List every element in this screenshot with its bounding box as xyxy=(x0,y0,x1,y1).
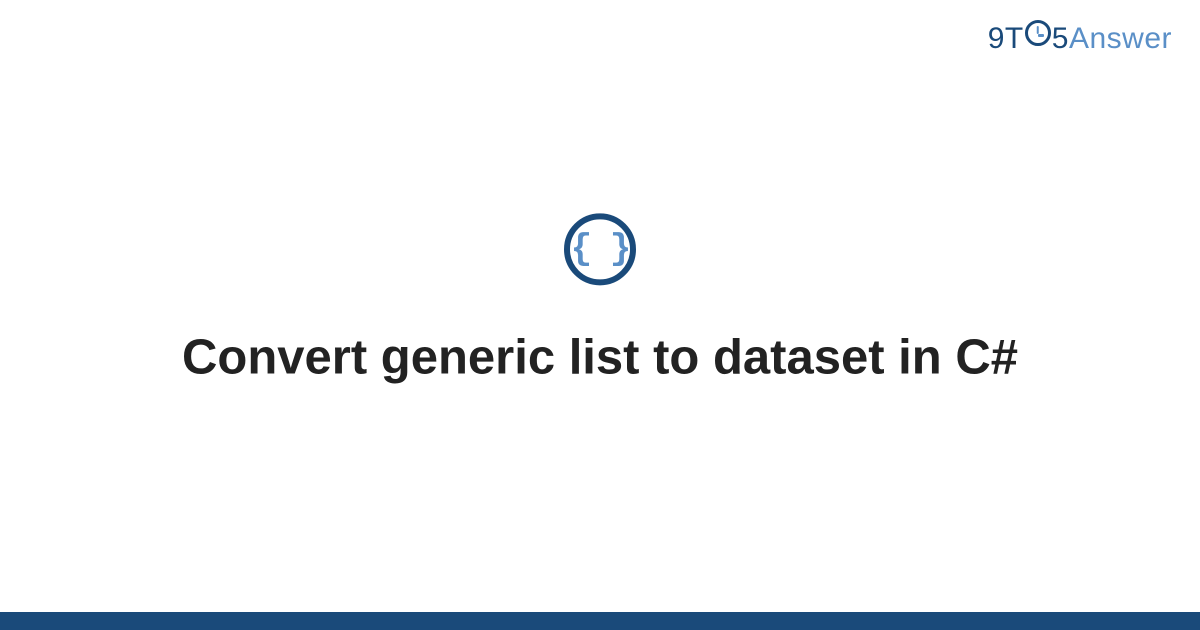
code-braces-icon: { } xyxy=(564,213,636,285)
footer-accent-bar xyxy=(0,612,1200,630)
braces-glyph: { } xyxy=(571,231,630,267)
logo-text-5: 5 xyxy=(1052,22,1069,56)
logo-text-9t: 9T xyxy=(988,22,1024,56)
main-content: { } Convert generic list to dataset in C… xyxy=(0,213,1200,388)
page-title: Convert generic list to dataset in C# xyxy=(122,327,1078,388)
clock-icon xyxy=(1025,20,1051,46)
logo-text-answer: Answer xyxy=(1069,22,1172,56)
site-logo[interactable]: 9T 5 Answer xyxy=(988,22,1172,56)
